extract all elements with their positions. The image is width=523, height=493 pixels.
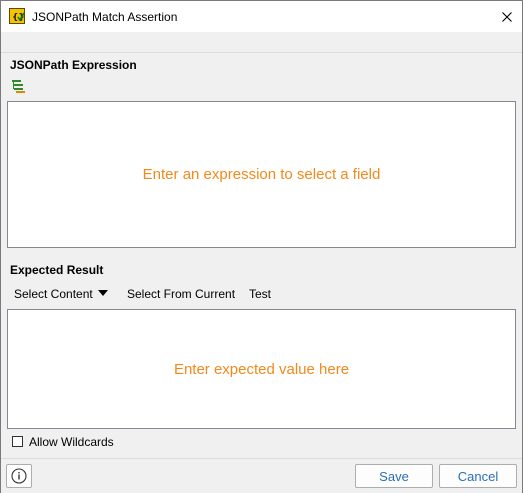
tree-select-icon[interactable]: [12, 79, 26, 93]
close-icon: [502, 11, 512, 22]
test-button[interactable]: Test: [249, 287, 271, 301]
save-button[interactable]: Save: [355, 464, 433, 488]
dialog-window: {} JSONPath Match Assertion JSONPath Exp…: [0, 0, 523, 493]
expression-placeholder: Enter an expression to select a field: [142, 166, 381, 183]
divider: [1, 52, 522, 53]
expression-input[interactable]: Enter an expression to select a field: [7, 101, 516, 248]
info-icon: [11, 468, 27, 484]
expected-result-label: Expected Result: [10, 263, 104, 277]
title-bar: {} JSONPath Match Assertion: [1, 1, 522, 32]
expected-placeholder: Enter expected value here: [173, 360, 350, 378]
expression-label: JSONPath Expression: [10, 58, 137, 72]
dialog-footer: Save Cancel: [1, 458, 522, 493]
jsonpath-assertion-icon: {}: [9, 8, 25, 24]
allow-wildcards-checkbox[interactable]: [12, 436, 23, 447]
expected-value-input[interactable]: Enter expected value here: [7, 309, 516, 429]
select-content-dropdown[interactable]: Select Content: [14, 287, 93, 301]
cancel-button[interactable]: Cancel: [439, 464, 517, 488]
info-button[interactable]: [6, 464, 32, 488]
select-from-current-button[interactable]: Select From Current: [127, 287, 235, 301]
allow-wildcards-label[interactable]: Allow Wildcards: [29, 435, 114, 449]
window-title: JSONPath Match Assertion: [32, 10, 178, 24]
chevron-down-icon[interactable]: [98, 290, 108, 296]
close-button[interactable]: [492, 1, 522, 32]
